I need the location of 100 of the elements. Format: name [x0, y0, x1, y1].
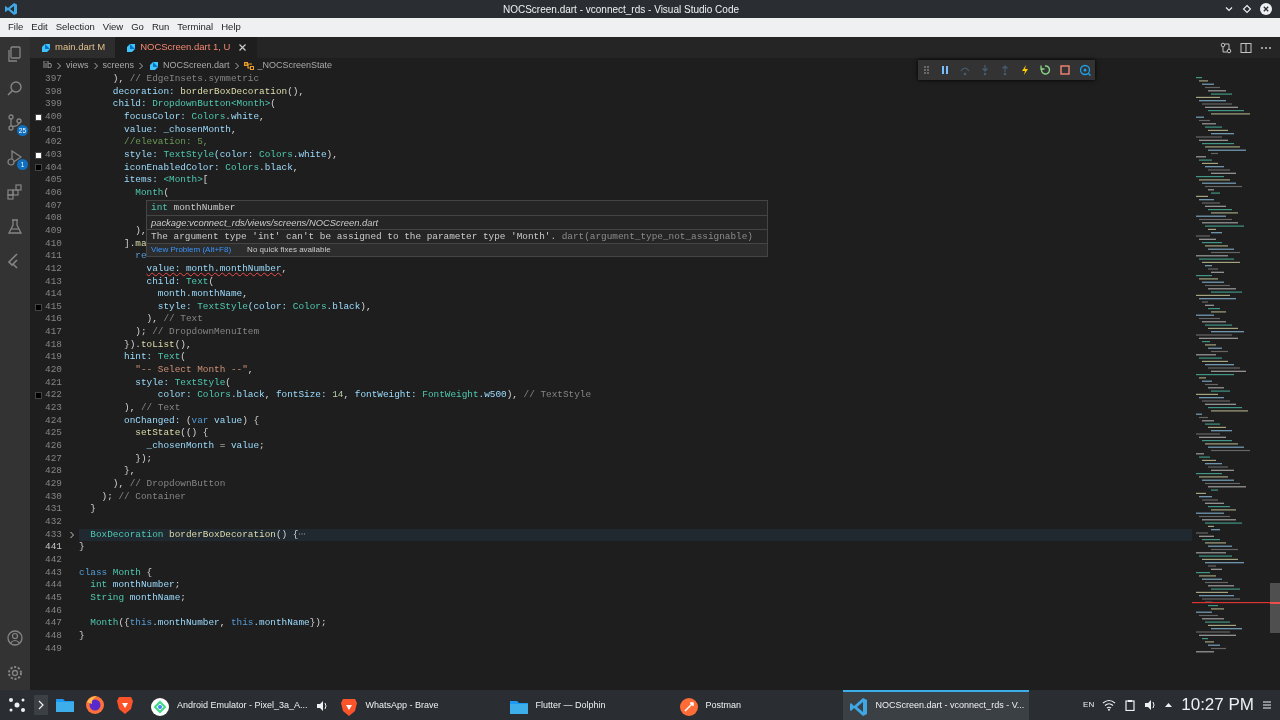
- keyboard-layout[interactable]: EN: [1083, 699, 1095, 711]
- stop-icon[interactable]: [1059, 64, 1071, 76]
- code-line: value: month.monthNumber,: [145, 262, 288, 274]
- task-button[interactable]: Postman: [672, 690, 843, 720]
- code-line: String monthName;: [89, 591, 186, 603]
- devtools-search-icon[interactable]: [1079, 64, 1091, 76]
- ellipsis-icon[interactable]: [298, 531, 307, 538]
- menu-item[interactable]: View: [98, 20, 128, 35]
- restart-icon[interactable]: [1039, 64, 1051, 76]
- breadcrumb-item[interactable]: lib: [43, 58, 52, 73]
- chevron-right-icon: [56, 61, 62, 70]
- code-line: value: _chosenMonth,: [123, 123, 237, 135]
- close-icon[interactable]: [238, 43, 248, 52]
- dart-file-icon: [148, 60, 160, 71]
- lightning-icon[interactable]: [1019, 64, 1031, 76]
- code-line: ), // Text: [123, 402, 181, 414]
- fold-chevron-icon[interactable]: [69, 530, 75, 539]
- speaker-icon[interactable]: [315, 700, 328, 712]
- line-number: 447: [44, 617, 62, 630]
- line-number: 433: [44, 528, 62, 542]
- line-number: 445: [44, 591, 62, 605]
- code-line: focusColor: Colors.white,: [123, 110, 265, 122]
- line-number: 429: [44, 478, 62, 491]
- line-number: 403: [44, 148, 62, 162]
- minimize-icon[interactable]: [1224, 4, 1234, 14]
- close-icon[interactable]: [1260, 3, 1272, 15]
- code-line: child: Text(: [145, 275, 215, 287]
- wifi-icon[interactable]: [1102, 699, 1117, 711]
- task-button[interactable]: Flutter — Dolphin: [502, 690, 673, 720]
- code-line: }: [89, 503, 96, 515]
- breadcrumb-item[interactable]: NOCScreen.dart: [148, 58, 230, 73]
- source-control-icon[interactable]: [5, 113, 25, 134]
- breadcrumb-item[interactable]: views: [66, 58, 89, 73]
- flask-icon[interactable]: [5, 216, 25, 237]
- line-number: 432: [44, 515, 62, 529]
- code-line: }: [79, 629, 85, 641]
- code-line: Month({this.monthNumber, this.monthName});: [89, 617, 327, 629]
- line-number: 409: [44, 224, 62, 238]
- line-number: 405: [44, 174, 62, 187]
- code-line: }: [79, 541, 85, 553]
- code-line: ].ma: [123, 237, 147, 249]
- view-problem-link[interactable]: View Problem (Alt+F8): [151, 244, 232, 256]
- menu-item[interactable]: Selection: [51, 20, 99, 35]
- line-number: 411: [44, 250, 62, 263]
- menu-item[interactable]: Run: [147, 20, 174, 35]
- task-button[interactable]: Android Emulator - Pixel_3a_A...: [144, 690, 333, 720]
- line-number: 418: [44, 338, 62, 352]
- split-editor-icon[interactable]: [1240, 41, 1252, 54]
- line-number: 443: [44, 566, 62, 580]
- menu-icon[interactable]: [1262, 700, 1272, 710]
- line-number: 415: [44, 300, 62, 314]
- caret-up-icon[interactable]: [1164, 701, 1174, 709]
- vscode-logo-icon: [4, 2, 18, 16]
- clipboard-icon[interactable]: [1124, 699, 1137, 711]
- code-line: class Month {: [79, 566, 153, 578]
- extensions-icon[interactable]: [5, 182, 25, 203]
- code-line: color: Colors.black, fontSize: 14, fontWeight: FontWeight.w500), // TextStyle: [156, 389, 592, 401]
- code-line: iconEnabledColor: Colors.black,: [123, 161, 299, 173]
- code-line: },: [123, 465, 136, 477]
- compare-changes-icon[interactable]: [1220, 41, 1232, 54]
- code-line: Month(: [134, 186, 170, 198]
- pause-icon[interactable]: [939, 64, 951, 76]
- line-number: 420: [44, 364, 62, 377]
- line-number: 398: [44, 85, 62, 99]
- breadcrumb-item[interactable]: _NOCScreenState: [243, 58, 333, 73]
- code-line: hint: Text(: [123, 351, 186, 363]
- firefox-icon[interactable]: [84, 694, 106, 716]
- line-number: 406: [44, 186, 62, 200]
- code-line: ), // DropdownButton: [111, 478, 226, 489]
- editor-tab[interactable]: main.dart M: [30, 37, 116, 58]
- clock[interactable]: 10:27 PM: [1181, 692, 1254, 718]
- menu-item[interactable]: Help: [217, 20, 245, 35]
- code-line: });: [134, 452, 153, 464]
- code-line: style: TextStyle(color: Colors.white),: [123, 148, 338, 160]
- menu-item[interactable]: Edit: [27, 20, 52, 35]
- line-number: 404: [44, 161, 62, 175]
- account-icon[interactable]: [5, 628, 25, 649]
- line-number: 430: [44, 490, 62, 504]
- chevron-right-icon: [138, 61, 145, 70]
- editor-tab[interactable]: NOCScreen.dart 1, U: [115, 37, 258, 58]
- line-number: 410: [44, 237, 62, 251]
- hover-note: No quick fixes available: [247, 244, 331, 256]
- code-line: re: [134, 250, 147, 262]
- line-number: 428: [44, 465, 62, 478]
- code-line: month.monthName,: [156, 288, 248, 300]
- line-number: 413: [44, 275, 62, 289]
- file-path: package:vconnect_rds/views/screens/NOCScreen.dart: [147, 215, 767, 229]
- menu-item[interactable]: File: [4, 20, 28, 35]
- menu-item[interactable]: Go: [127, 20, 148, 35]
- expand-panel-icon[interactable]: [34, 694, 48, 716]
- breadcrumb-item[interactable]: screens: [102, 58, 135, 73]
- volume-icon[interactable]: [1144, 699, 1157, 711]
- menu-item[interactable]: Terminal: [173, 20, 218, 35]
- line-number: 407: [44, 199, 62, 213]
- line-number: 444: [44, 579, 62, 592]
- task-button[interactable]: NOCScreen.dart - vconnect_rds - V...: [842, 690, 1030, 720]
- task-button[interactable]: WhatsApp - Brave: [332, 690, 503, 720]
- vscode-logo-icon: [847, 696, 868, 716]
- code-line: "-- Select Month --",: [134, 364, 254, 376]
- line-number: 421: [44, 376, 62, 390]
